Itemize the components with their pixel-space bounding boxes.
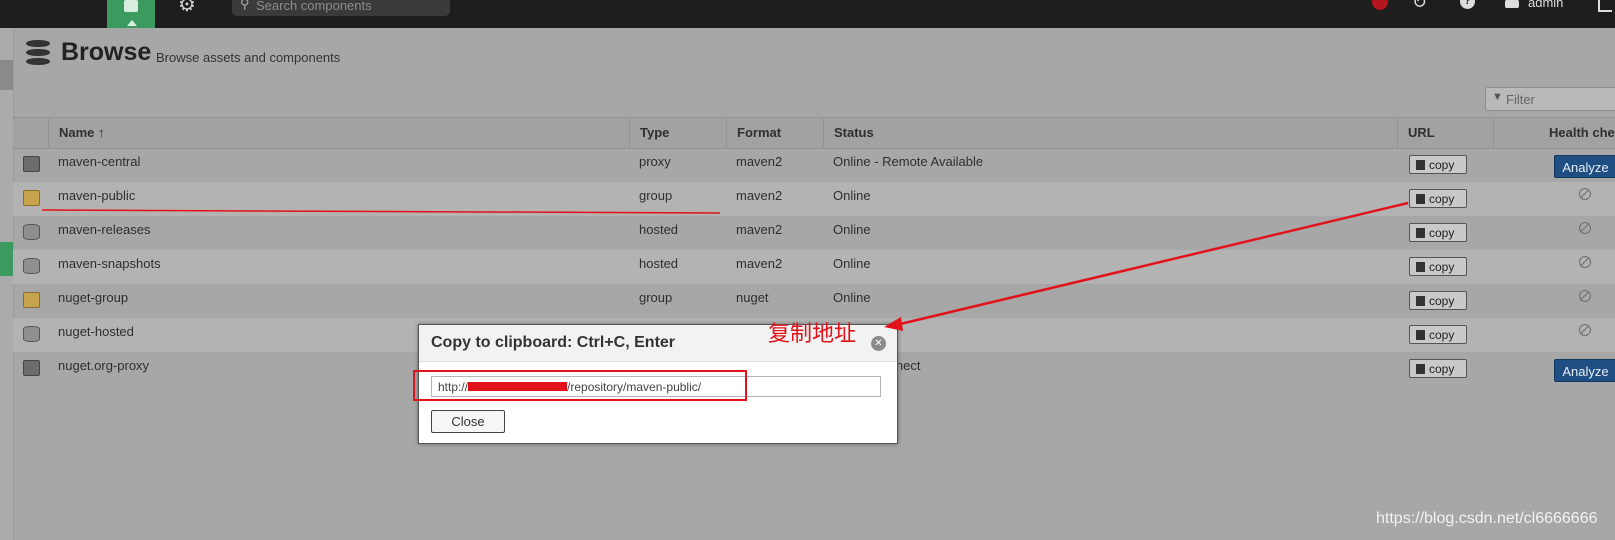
watermark: https://blog.csdn.net/cl6666666 [1376, 510, 1598, 527]
arrowhead-annotation [884, 317, 903, 331]
annotation-label: 复制地址 [768, 321, 857, 346]
annotation-overlay [41, 201, 1409, 331]
arrow-annotation [895, 201, 1409, 327]
underline-annotation [41, 209, 721, 214]
url-highlight-box [413, 370, 747, 401]
